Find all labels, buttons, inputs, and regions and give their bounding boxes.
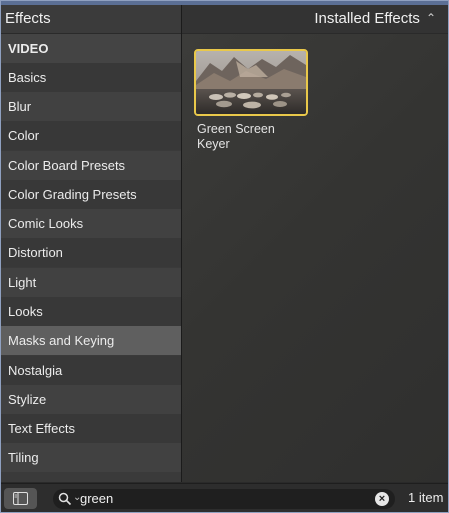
- bottom-toolbar: ⌄ green × 1 item: [1, 483, 448, 512]
- sidebar-item-stylize[interactable]: Stylize: [1, 385, 181, 414]
- sidebar-item-basics[interactable]: Basics: [1, 63, 181, 92]
- category-sidebar: VIDEO Basics Blur Color Color Board Pres…: [1, 34, 181, 482]
- clear-search-icon[interactable]: ×: [375, 492, 389, 506]
- sidebar-item-light[interactable]: Light: [1, 268, 181, 297]
- chevron-updown-icon: ⌃: [425, 11, 436, 25]
- effects-grid: Green Screen Keyer: [182, 34, 448, 482]
- sidebar-item-color[interactable]: Color: [1, 121, 181, 150]
- effects-source-popup[interactable]: Installed Effects ⌃: [182, 5, 448, 33]
- sidebar-item-nostalgia[interactable]: Nostalgia: [1, 356, 181, 385]
- toggle-sidebar-button[interactable]: [4, 488, 37, 509]
- item-count: 1 item: [408, 490, 444, 505]
- sidebar-item-masks-and-keying[interactable]: Masks and Keying: [1, 326, 181, 355]
- sidebar-item-color-grading-presets[interactable]: Color Grading Presets: [1, 180, 181, 209]
- sidebar-header: Effects: [1, 5, 181, 33]
- sidebar-title: Effects: [5, 10, 51, 27]
- sidebar-item-video[interactable]: VIDEO: [1, 34, 181, 63]
- search-field[interactable]: ⌄ green ×: [53, 489, 395, 509]
- effect-label-green-screen-keyer: Green Screen Keyer: [197, 122, 275, 151]
- effects-browser: Effects Installed Effects ⌃ VIDEO Basics …: [1, 1, 448, 512]
- sidebar-item-looks[interactable]: Looks: [1, 297, 181, 326]
- search-input[interactable]: green: [80, 491, 113, 507]
- sidebar-toggle-icon: [13, 492, 28, 505]
- landscape-thumbnail-icon: [196, 51, 306, 114]
- sidebar-item-comic-looks[interactable]: Comic Looks: [1, 209, 181, 238]
- effect-thumbnail-green-screen-keyer[interactable]: [194, 49, 308, 116]
- search-icon[interactable]: [58, 492, 72, 506]
- sidebar-item-tiling[interactable]: Tiling: [1, 443, 181, 472]
- sidebar-item-distortion[interactable]: Distortion: [1, 238, 181, 267]
- effects-source-label: Installed Effects: [314, 10, 420, 27]
- sidebar-item-color-board-presets[interactable]: Color Board Presets: [1, 151, 181, 180]
- sidebar-item-blur[interactable]: Blur: [1, 92, 181, 121]
- sidebar-item-text-effects[interactable]: Text Effects: [1, 414, 181, 443]
